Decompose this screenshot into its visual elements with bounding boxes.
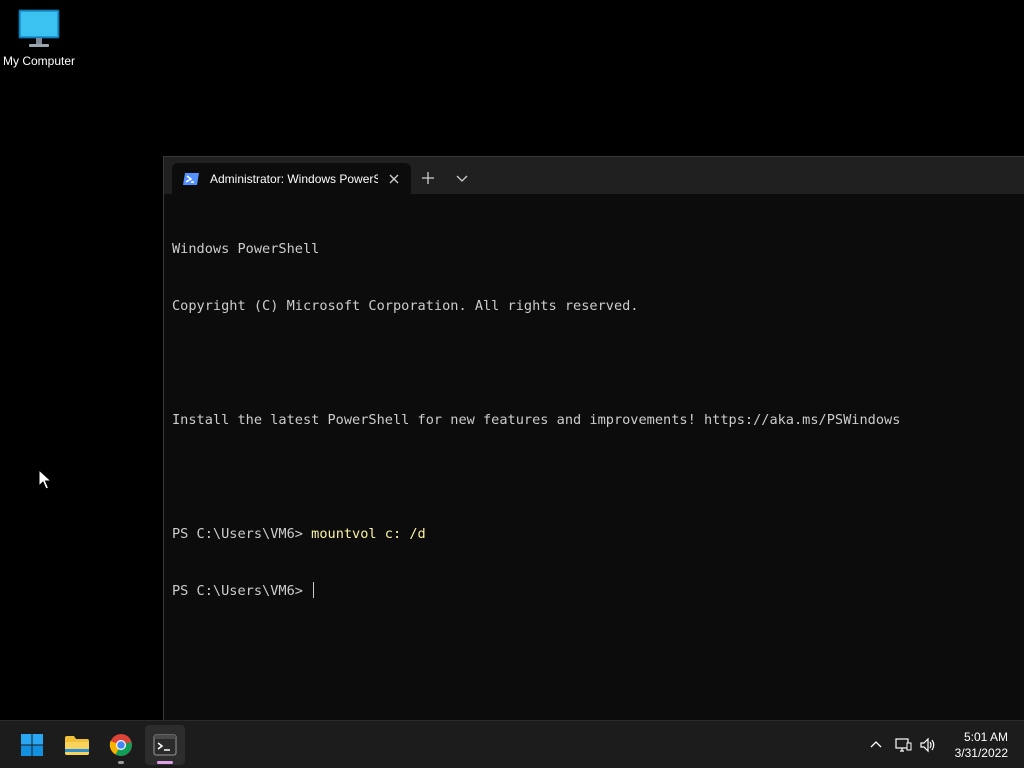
console-line: PS C:\Users\VM6> mountvol c: /d <box>172 525 1022 544</box>
taskbar-file-explorer-button[interactable] <box>57 725 97 765</box>
chrome-icon <box>109 734 132 756</box>
taskbar: 5:01 AM 3/31/2022 <box>0 720 1024 768</box>
taskbar-start-button[interactable] <box>12 725 52 765</box>
taskbar-terminal-button[interactable] <box>145 725 185 765</box>
folder-icon <box>65 736 89 755</box>
command: mountvol c: /d <box>311 526 426 542</box>
console-line: Windows PowerShell <box>172 241 320 257</box>
text-caret <box>313 582 315 598</box>
windows-start-icon <box>21 734 43 756</box>
clock-time: 5:01 AM <box>963 730 1008 744</box>
desktop: My Computer Administrator: Windows Power… <box>0 0 1024 720</box>
monitor-icon <box>18 9 60 47</box>
taskbar-chrome-button[interactable] <box>101 725 141 765</box>
console-output[interactable]: Windows PowerShell Copyright (C) Microso… <box>172 202 1022 639</box>
terminal-window[interactable]: Administrator: Windows PowerShell Window… <box>163 156 1024 720</box>
mouse-cursor-icon <box>38 469 52 490</box>
network-button[interactable] <box>893 735 913 755</box>
tab-title: Administrator: Windows PowerShell <box>210 171 378 186</box>
prompt: PS C:\Users\VM6> <box>172 526 312 542</box>
console-line: Copyright (C) Microsoft Corporation. All… <box>172 298 639 314</box>
chevron-down-icon[interactable] <box>452 168 472 188</box>
tab-powershell[interactable]: Administrator: Windows PowerShell <box>172 163 411 194</box>
tab-strip: Administrator: Windows PowerShell <box>164 157 1024 194</box>
show-hidden-icons-button[interactable] <box>866 735 886 755</box>
prompt: PS C:\Users\VM6> <box>172 583 312 599</box>
close-icon[interactable] <box>387 172 401 186</box>
speaker-icon <box>920 737 935 753</box>
running-indicator <box>118 761 124 764</box>
desktop-icon-label: My Computer <box>2 54 76 68</box>
network-icon <box>895 738 912 752</box>
clock[interactable]: 5:01 AM 3/31/2022 <box>955 729 1008 761</box>
terminal-icon <box>153 734 177 756</box>
desktop-icon-my-computer[interactable]: My Computer <box>0 8 78 74</box>
powershell-icon <box>183 172 199 185</box>
console-input-line[interactable]: PS C:\Users\VM6> <box>172 582 1022 601</box>
active-indicator <box>157 761 173 764</box>
volume-button[interactable] <box>918 735 938 755</box>
clock-date: 3/31/2022 <box>954 746 1008 760</box>
plus-icon[interactable] <box>418 168 438 188</box>
chevron-up-icon <box>870 741 882 748</box>
console-line: Install the latest PowerShell for new fe… <box>172 412 901 428</box>
